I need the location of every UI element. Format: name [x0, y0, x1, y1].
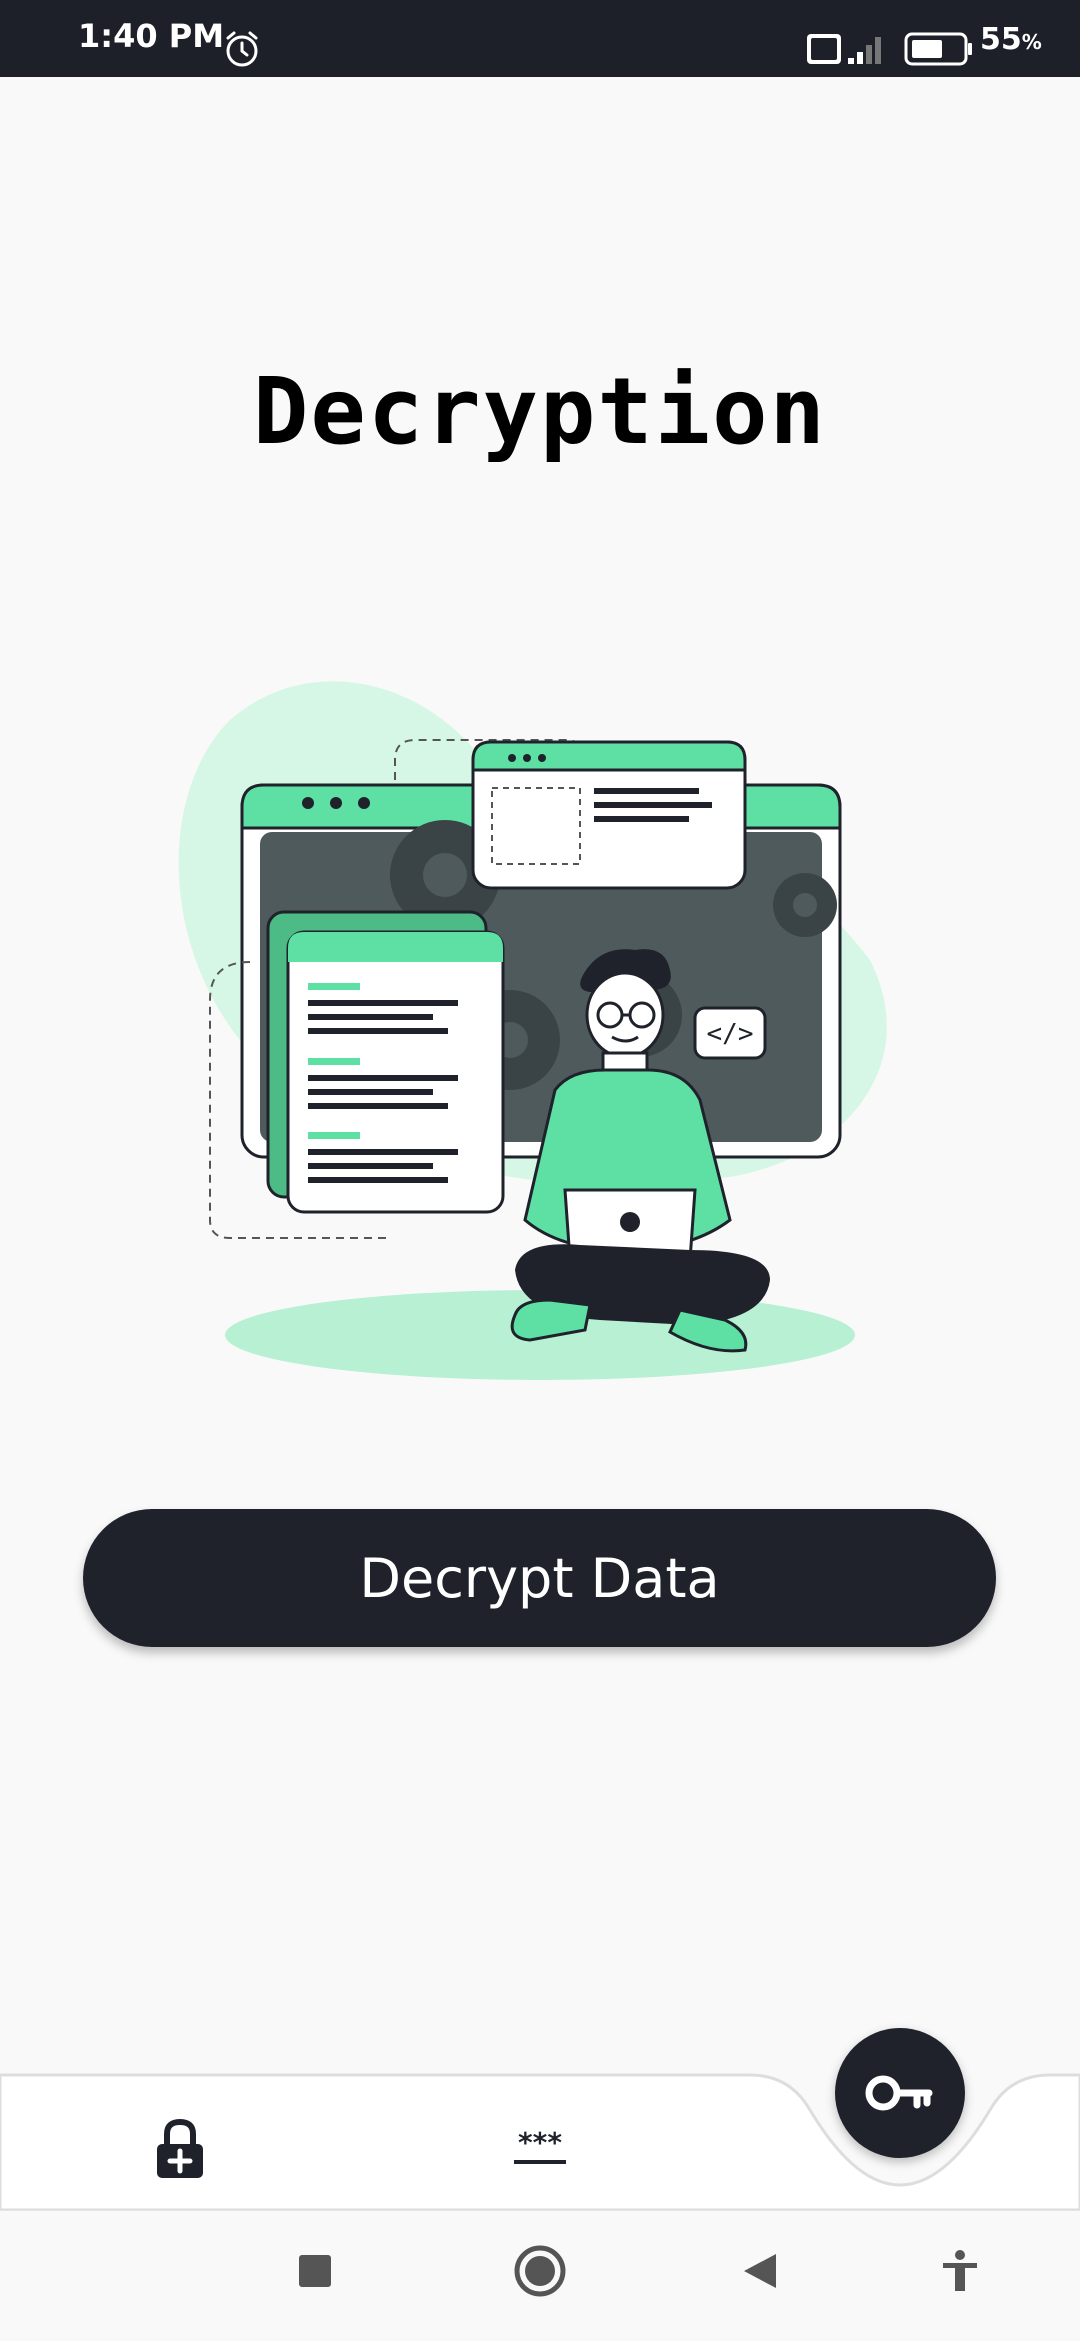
back-triangle-icon — [744, 2254, 776, 2288]
svg-text:***: *** — [518, 2130, 562, 2159]
accessibility-icon — [943, 2250, 977, 2291]
alarm-icon — [226, 31, 258, 67]
key-icon — [865, 2075, 933, 2111]
back-button[interactable] — [730, 2241, 790, 2301]
volte-icon — [807, 34, 841, 64]
password-asterisk-icon: *** — [514, 2130, 566, 2164]
nav-item-encrypt[interactable] — [140, 2110, 220, 2190]
person-with-laptop-code-illustration: </> — [178, 681, 887, 1380]
nav-item-password[interactable]: *** — [500, 2110, 580, 2190]
battery-icon — [904, 32, 972, 66]
status-time: 1:40 PM — [78, 17, 225, 55]
status-bar: 1:40 PM 55% — [0, 0, 1080, 77]
svg-text:</>: </> — [707, 1019, 754, 1049]
accessibility-button[interactable] — [930, 2241, 990, 2301]
recents-button[interactable] — [285, 2241, 345, 2301]
home-button[interactable] — [510, 2241, 570, 2301]
decrypt-data-button[interactable]: Decrypt Data — [83, 1509, 996, 1647]
signal-icon — [848, 37, 881, 64]
battery-percent: 55% — [980, 22, 1042, 57]
system-navigation-bar — [0, 2210, 1080, 2341]
lock-plus-icon — [157, 2118, 203, 2178]
key-fab-button[interactable] — [835, 2028, 965, 2158]
home-circle-icon — [514, 2245, 566, 2297]
page-title: Decryption — [253, 358, 827, 465]
recents-square-icon — [299, 2255, 331, 2287]
